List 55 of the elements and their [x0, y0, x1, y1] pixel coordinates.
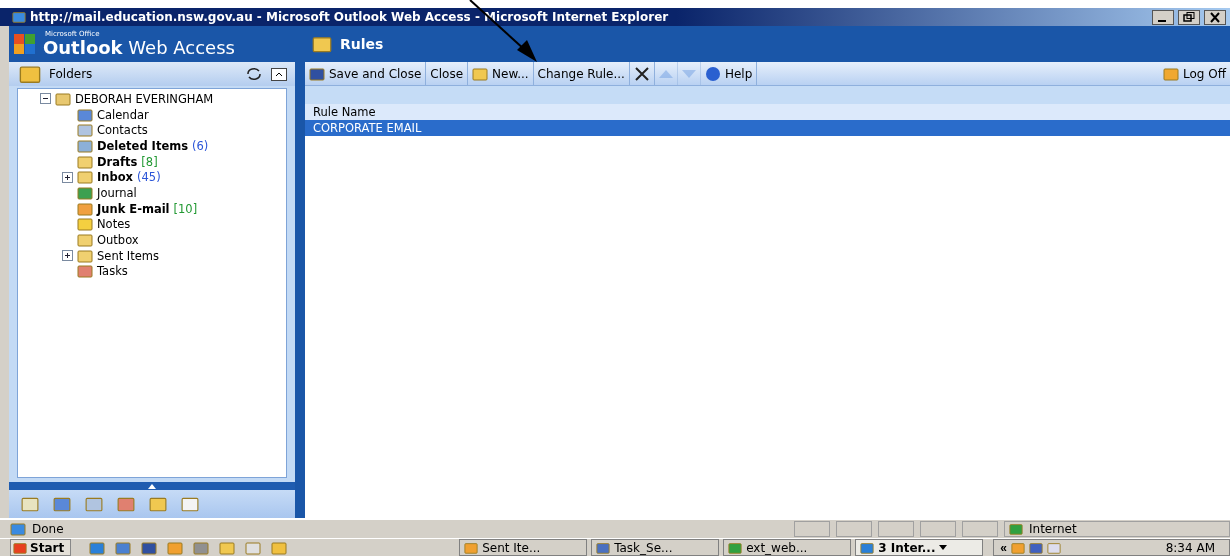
folder-name[interactable]: Calendar — [97, 107, 149, 122]
save-button[interactable]: Save and Close — [305, 62, 427, 85]
up-arrow-icon — [658, 69, 673, 78]
folder-name[interactable]: DEBORAH EVERINGHAM — [75, 91, 214, 106]
status-panel — [920, 521, 956, 537]
folder-name[interactable]: Junk E-mail — [97, 201, 170, 216]
app-name: Outlook Web Access — [43, 38, 235, 58]
refresh-icon[interactable] — [245, 67, 263, 81]
restore-button[interactable] — [1178, 9, 1200, 25]
item-count: (6) — [192, 138, 209, 153]
status-panel — [962, 521, 998, 537]
folder-name[interactable]: Drafts — [97, 154, 138, 169]
status-text: Done — [32, 522, 65, 536]
help-button[interactable]: Help — [700, 62, 758, 85]
taskbar-button[interactable]: Task_Se... — [591, 539, 720, 556]
collapse-icon[interactable] — [40, 93, 51, 105]
expand-icon[interactable] — [62, 250, 73, 262]
folder-name[interactable]: Tasks — [97, 264, 128, 279]
item-count: [8] — [141, 154, 158, 169]
window-title: http://mail.education.nsw.gov.au - Microsoft Outlook Web Access - Microsoft Internet Explorer — [30, 10, 670, 24]
log-off-button[interactable]: Log Off — [1159, 62, 1230, 85]
show-hidden-icons-button[interactable]: « — [1000, 540, 1007, 555]
expand-icon[interactable] — [62, 171, 73, 183]
start-button[interactable]: Start — [10, 539, 72, 556]
collapse-pane-button[interactable] — [271, 67, 287, 81]
folder-name[interactable]: Deleted Items — [97, 138, 189, 153]
page-title: Rules — [340, 36, 384, 52]
folder-name[interactable]: Journal — [97, 185, 137, 200]
status-panel — [794, 521, 830, 537]
folder-name[interactable]: Notes — [97, 217, 131, 232]
zone-label: Internet — [1029, 522, 1077, 536]
clock-time: 8:34 AM — [1165, 540, 1215, 555]
taskbar-button[interactable]: ext_web... — [723, 539, 852, 556]
folder-name[interactable]: Outbox — [97, 233, 139, 248]
down-arrow-icon — [681, 69, 696, 78]
close-button[interactable] — [1204, 9, 1226, 25]
table-row[interactable]: CORPORATE EMAIL — [305, 120, 1230, 136]
help-icon — [704, 65, 721, 82]
toolbar-button[interactable]: Change Rule... — [533, 62, 630, 85]
column-header[interactable]: Rule Name — [313, 105, 376, 119]
minimize-button[interactable] — [1152, 9, 1174, 25]
folder-name[interactable]: Inbox — [97, 170, 134, 185]
delete-icon — [633, 65, 650, 82]
item-count: [10] — [173, 201, 198, 216]
status-panel — [836, 521, 872, 537]
folder-name[interactable]: Sent Items — [97, 248, 159, 263]
status-panel — [878, 521, 914, 537]
pane-title: Folders — [49, 67, 94, 81]
office-logo-icon — [13, 33, 37, 55]
taskbar-button[interactable]: 3 Inter... — [855, 539, 984, 556]
toolbar-button[interactable]: Close — [426, 62, 469, 85]
folder-name[interactable]: Contacts — [97, 123, 148, 138]
new-button[interactable]: New... — [468, 62, 534, 85]
taskbar-button[interactable]: Sent Ite... — [459, 539, 588, 556]
item-count: (45) — [137, 170, 161, 185]
